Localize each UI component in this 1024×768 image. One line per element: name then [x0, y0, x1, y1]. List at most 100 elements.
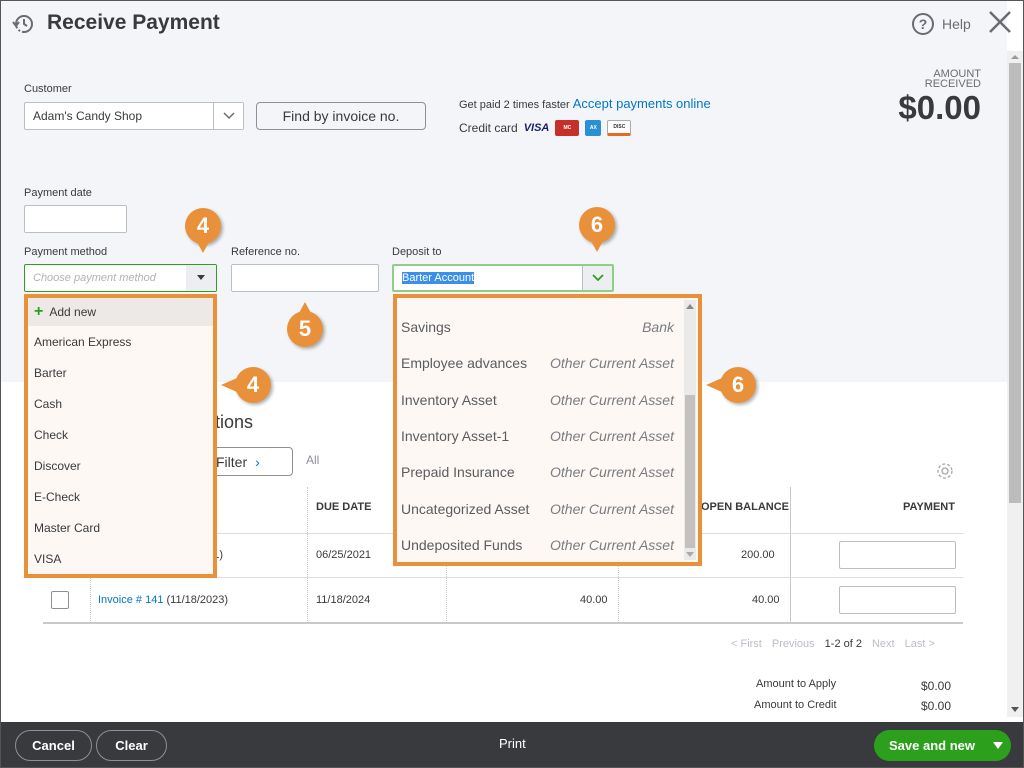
help-button[interactable]: ? Help	[912, 13, 971, 35]
pager-last[interactable]: Last >	[905, 638, 935, 650]
accept-payments-link[interactable]: Accept payments online	[573, 96, 711, 111]
print-button[interactable]: Print	[499, 736, 526, 751]
deposit-to-dropdown: Savings Bank Employee advances Other Curre…	[393, 294, 702, 566]
main-scrollbar[interactable]	[1007, 51, 1023, 717]
account-type: Other Current Asset	[550, 428, 674, 445]
callout-6-dropdown: 6	[706, 367, 756, 403]
promo-text: Get paid 2 times faster Accept payments …	[459, 96, 711, 111]
row-due-date: 06/25/2021	[316, 549, 372, 561]
help-label: Help	[942, 16, 971, 32]
account-name: Undeposited Funds	[401, 536, 523, 553]
account-name: Inventory Asset-1	[401, 428, 510, 445]
payment-date-label: Payment date	[24, 187, 92, 199]
discover-icon: DISC	[607, 120, 632, 136]
amount-label-line2: RECEIVED	[924, 78, 981, 90]
payment-method-dropdown: + Add new American Express Barter Cash C…	[24, 294, 217, 578]
account-type: Other Current Asset	[550, 464, 674, 481]
account-name: Savings	[401, 319, 451, 336]
account-option[interactable]: Savings Bank	[397, 309, 698, 345]
caret-down-icon[interactable]	[186, 265, 216, 291]
option-discover[interactable]: Discover	[28, 450, 213, 481]
close-icon[interactable]	[987, 9, 1013, 35]
cancel-button[interactable]: Cancel	[15, 730, 92, 761]
option-barter[interactable]: Barter	[28, 357, 213, 388]
account-option[interactable]: Inventory Asset-1 Other Current Asset	[397, 418, 698, 454]
account-type: Other Current Asset	[550, 391, 674, 408]
account-type: Other Current Asset	[550, 355, 674, 372]
scroll-down-icon[interactable]	[686, 552, 694, 557]
reference-input[interactable]	[231, 264, 379, 292]
payment-input[interactable]	[839, 586, 956, 614]
chevron-down-icon[interactable]	[582, 266, 612, 290]
customer-select[interactable]: Adam's Candy Shop	[24, 102, 244, 130]
account-option[interactable]: Undeposited Funds Other Current Asset	[397, 527, 698, 563]
row-open-balance: 200.00	[741, 549, 775, 561]
payment-method-label: Payment method	[24, 246, 108, 258]
scroll-down-icon[interactable]	[1011, 707, 1019, 712]
scrollbar-thumb[interactable]	[1009, 63, 1021, 503]
outstanding-transactions-title: tions	[215, 412, 254, 432]
option-visa[interactable]: VISA	[28, 543, 213, 574]
account-option[interactable]: Inventory Asset Other Current Asset	[397, 382, 698, 418]
invoice-date: (11/18/2023)	[166, 594, 229, 606]
caret-down-icon[interactable]	[993, 742, 1003, 749]
pager-previous[interactable]: Previous	[772, 638, 815, 650]
deposit-to-label: Deposit to	[392, 246, 442, 258]
row-checkbox[interactable]	[51, 591, 69, 609]
scroll-up-icon[interactable]	[686, 304, 694, 309]
row-due-date: 11/18/2024	[316, 594, 371, 606]
amex-icon: AX	[585, 120, 602, 136]
pager-first[interactable]: < First	[731, 638, 762, 650]
save-and-new-button[interactable]: Save and new	[874, 730, 1011, 761]
account-type: Bank	[642, 319, 674, 336]
option-check[interactable]: Check	[28, 419, 213, 450]
payment-date-input[interactable]	[24, 205, 127, 233]
payment-input[interactable]	[839, 541, 956, 569]
option-label: Add new	[49, 305, 97, 319]
account-option[interactable]: Prepaid Insurance Other Current Asset	[397, 454, 698, 490]
account-option[interactable]: Uncategorized Asset Other Current Asset	[397, 490, 698, 526]
receive-payment-window: Receive Payment ? Help Customer Adam's C…	[0, 0, 1024, 768]
callout-4-payment-method: 4	[185, 208, 221, 253]
page-title: Receive Payment	[47, 11, 220, 34]
pager-next[interactable]: Next	[872, 638, 895, 650]
col-due-date: DUE DATE	[316, 501, 372, 513]
visa-icon: VISA	[523, 122, 550, 134]
payment-method-placeholder: Choose payment method	[33, 272, 156, 284]
help-icon: ?	[912, 13, 934, 35]
find-by-invoice-button[interactable]: Find by invoice no.	[256, 102, 426, 130]
scroll-up-icon[interactable]	[1011, 55, 1019, 59]
row-original-amount: 40.00	[580, 594, 608, 606]
option-e-check[interactable]: E-Check	[28, 481, 213, 512]
chevron-right-icon: ›	[255, 453, 260, 470]
footer-bar: Cancel Clear Print Save and new	[1, 722, 1023, 767]
option-cash[interactable]: Cash	[28, 388, 213, 419]
promo-label: Get paid 2 times faster	[459, 99, 570, 111]
scrollbar-thumb[interactable]	[685, 395, 695, 548]
callout-6-deposit-to: 6	[579, 207, 615, 252]
callout-4-dropdown: 4	[221, 367, 271, 403]
deposit-to-select[interactable]: Barter Account	[392, 264, 614, 292]
invoice-link[interactable]: Invoice # 141	[98, 594, 163, 606]
row-desc: Invoice # 141 (11/18/2023)	[98, 594, 228, 606]
amount-received-label: AMOUNT RECEIVED	[924, 69, 981, 90]
chevron-down-icon[interactable]	[213, 103, 243, 129]
pager-range: 1-2 of 2	[824, 638, 862, 650]
dropdown-scrollbar[interactable]	[684, 300, 696, 560]
amount-to-credit-label: Amount to Credit	[754, 699, 837, 711]
amount-received-value: $0.00	[898, 89, 981, 126]
payment-method-select[interactable]: Choose payment method	[24, 264, 217, 292]
save-label: Save and new	[889, 738, 975, 753]
option-american-express[interactable]: American Express	[28, 326, 213, 357]
account-option[interactable]: Employee advances Other Current Asset	[397, 345, 698, 381]
account-name: Uncategorized Asset	[401, 500, 530, 517]
table-bottom-divider	[43, 622, 963, 624]
gear-icon[interactable]	[935, 461, 955, 481]
clear-button[interactable]: Clear	[96, 730, 167, 761]
option-master-card[interactable]: Master Card	[28, 512, 213, 543]
pagination: < First Previous 1-2 of 2 Next Last >	[731, 638, 935, 650]
customer-value: Adam's Candy Shop	[33, 109, 143, 123]
add-new-option[interactable]: + Add new	[28, 298, 213, 326]
credit-card-label: Credit card	[459, 121, 518, 135]
account-type: Other Current Asset	[550, 500, 674, 517]
